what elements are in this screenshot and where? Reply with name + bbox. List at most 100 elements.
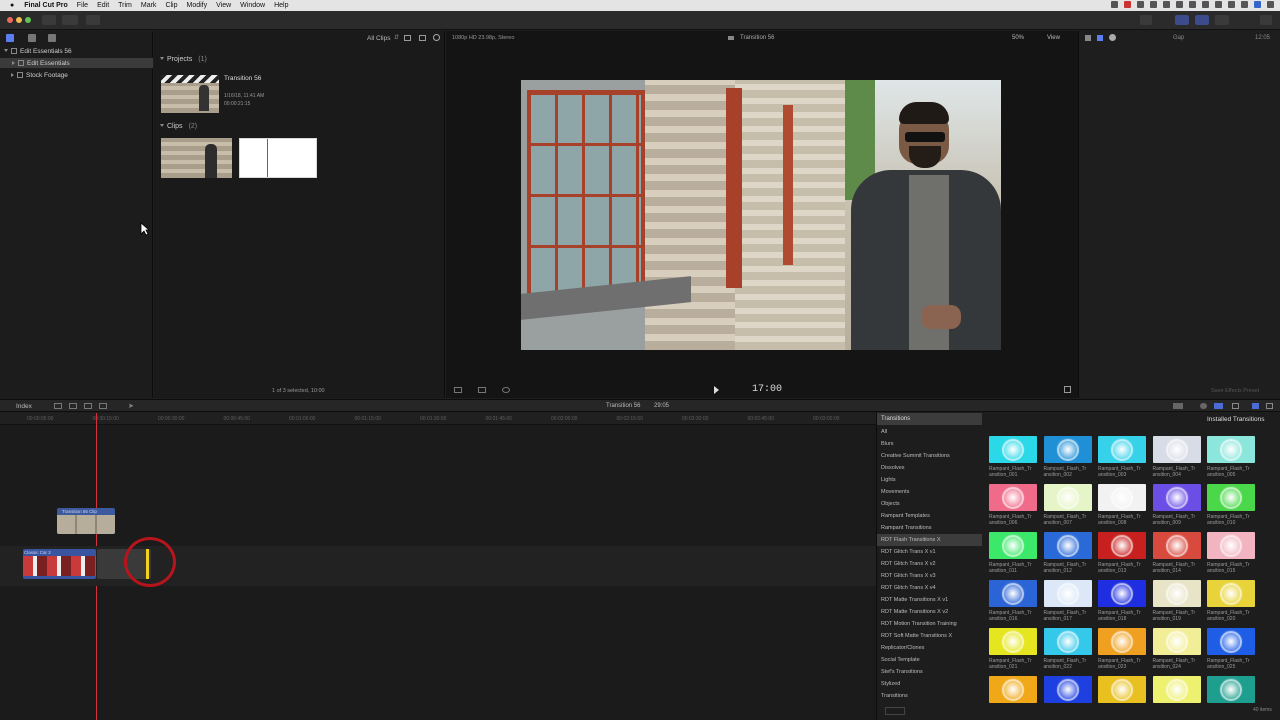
menu-view[interactable]: View (216, 2, 231, 9)
wifi-icon[interactable] (1202, 1, 1209, 8)
transition-thumbnail[interactable] (1152, 676, 1201, 703)
transition-thumbnail[interactable] (1043, 580, 1092, 607)
workspace-button[interactable] (1195, 15, 1209, 25)
user-icon[interactable] (1254, 1, 1261, 8)
transform-icon[interactable] (454, 387, 462, 393)
transition-category-item[interactable]: RDT Soft Matte Transitions X (881, 630, 981, 642)
transition-thumbnail[interactable] (1207, 436, 1255, 463)
edit-tool-icon[interactable] (84, 403, 92, 409)
transition-thumbnail[interactable] (1152, 628, 1201, 655)
video-inspector-icon[interactable] (1085, 35, 1091, 41)
transition-category-item[interactable]: RDT Motion Transition Training (881, 618, 981, 630)
timeline[interactable]: 00:00:00:00 00:00:15:00 00:00:30:00 00:00:4… (0, 413, 876, 720)
transition-thumbnail[interactable] (1043, 484, 1092, 511)
menu-edit[interactable]: Edit (97, 2, 109, 9)
transition-thumbnail[interactable] (1207, 484, 1255, 511)
zoom-window-button[interactable] (25, 17, 31, 23)
menu-modify[interactable]: Modify (187, 2, 208, 9)
transition-category-item[interactable]: Transitions (881, 690, 981, 702)
transition-thumbnail[interactable] (1098, 580, 1146, 607)
video-frame[interactable] (521, 80, 1001, 350)
transition-category-item[interactable]: RDT Flash Transitions X (877, 534, 982, 546)
transition-thumbnail[interactable] (1098, 676, 1146, 703)
edit-tool-icon[interactable] (99, 403, 107, 409)
edit-tool-icon[interactable] (69, 403, 77, 409)
transition-thumbnail[interactable] (1207, 628, 1255, 655)
transition-thumbnail[interactable] (989, 580, 1037, 607)
select-tool-icon[interactable]: ➤ (128, 402, 134, 410)
workspace-button[interactable] (1215, 15, 1229, 25)
library-item-edit-essentials-56[interactable]: Edit Essentials 56 (4, 46, 72, 56)
keyword-button[interactable] (62, 15, 78, 25)
transition-category-item[interactable]: Objects (881, 498, 981, 510)
share-button[interactable] (1140, 15, 1152, 25)
disclosure-triangle-icon[interactable] (160, 57, 164, 62)
transition-thumbnail[interactable] (1207, 676, 1255, 703)
snapping-icon[interactable] (1214, 403, 1223, 409)
transition-thumbnail[interactable] (989, 484, 1037, 511)
apple-icon[interactable]: ● (10, 2, 14, 9)
transition-thumbnail[interactable] (989, 628, 1037, 655)
connected-clip[interactable]: Transition 56 Clip (57, 508, 115, 534)
menu-mark[interactable]: Mark (141, 2, 157, 9)
transition-category-item[interactable]: Rampant Templates (881, 510, 981, 522)
status-icon[interactable] (1189, 1, 1196, 8)
libraries-icon[interactable] (6, 34, 14, 42)
minimize-window-button[interactable] (16, 17, 22, 23)
transition-category-item[interactable]: Blurs (881, 438, 981, 450)
transition-category-item[interactable]: RDT Glitch Trans X v1 (881, 546, 981, 558)
workspace-button[interactable] (1175, 15, 1189, 25)
transition-category-item[interactable]: Replicator/Clones (881, 642, 981, 654)
timecode-display[interactable]: 17:00 (752, 384, 782, 395)
transition-category-item[interactable]: RDT Matte Transitions X v2 (881, 606, 981, 618)
transitions-browser-icon[interactable] (1266, 403, 1273, 409)
transition-category-item[interactable]: Rampant Transitions (881, 522, 981, 534)
index-button[interactable]: Index (16, 403, 32, 410)
installed-transitions-label[interactable]: Installed Transitions (1207, 416, 1264, 423)
play-button[interactable] (714, 386, 719, 394)
disclosure-triangle-icon[interactable] (160, 124, 164, 129)
close-window-button[interactable] (7, 17, 13, 23)
view-dropdown[interactable]: View (1047, 35, 1060, 41)
export-button[interactable] (1260, 15, 1272, 25)
project-thumbnail[interactable] (161, 75, 219, 113)
fullscreen-icon[interactable] (1064, 386, 1071, 393)
transition-category-item[interactable]: RDT Matte Transitions X v1 (881, 594, 981, 606)
search-icon[interactable] (433, 34, 440, 41)
transition-thumbnail[interactable] (1098, 532, 1146, 559)
transition-thumbnail[interactable] (1152, 532, 1201, 559)
disclosure-triangle-icon[interactable] (12, 61, 15, 65)
transition-category-item[interactable]: Creative Summit Transitions (881, 450, 981, 462)
timeline-ruler[interactable]: 00:00:00:00 00:00:15:00 00:00:30:00 00:00:4… (0, 413, 876, 425)
transition-thumbnail[interactable] (989, 436, 1037, 463)
status-icon[interactable] (1124, 1, 1131, 8)
clip-thumbnail-selected[interactable] (239, 138, 317, 178)
transition-thumbnail[interactable] (1098, 484, 1146, 511)
transition-thumbnail[interactable] (1152, 580, 1201, 607)
search-field[interactable] (885, 707, 905, 715)
transition-thumbnail[interactable] (1043, 676, 1092, 703)
status-icon[interactable] (1163, 1, 1170, 8)
list-view-icon[interactable] (419, 35, 426, 41)
clip-filter-dropdown[interactable]: All Clips (367, 35, 390, 42)
transition-category-item[interactable]: All (881, 426, 981, 438)
transition-category-item[interactable]: Movements (881, 486, 981, 498)
menu-clip[interactable]: Clip (165, 2, 177, 9)
headphones-icon[interactable] (1200, 403, 1207, 409)
transition-category-item[interactable]: Dissolves (881, 462, 981, 474)
primary-clip[interactable]: Classic Car 2 (23, 549, 96, 579)
disclosure-triangle-icon[interactable] (11, 73, 14, 77)
transition-category-item[interactable]: RDT Glitch Trans X v2 (881, 558, 981, 570)
audio-skimming-icon[interactable] (1173, 403, 1183, 409)
edit-tool-icon[interactable] (54, 403, 62, 409)
transition-thumbnail[interactable] (1043, 532, 1092, 559)
clip-appearance-icon[interactable] (404, 35, 411, 41)
menu-app-name[interactable]: Final Cut Pro (24, 2, 68, 9)
transition-thumbnail[interactable] (1098, 628, 1146, 655)
event-item-stock-footage[interactable]: Stock Footage (11, 70, 68, 80)
transition-thumbnail[interactable] (989, 532, 1037, 559)
transition-thumbnail[interactable] (1152, 484, 1201, 511)
transition-thumbnail[interactable] (1043, 628, 1092, 655)
retime-icon[interactable] (478, 387, 486, 393)
transition-category-item[interactable]: RDT Glitch Trans X v3 (881, 570, 981, 582)
